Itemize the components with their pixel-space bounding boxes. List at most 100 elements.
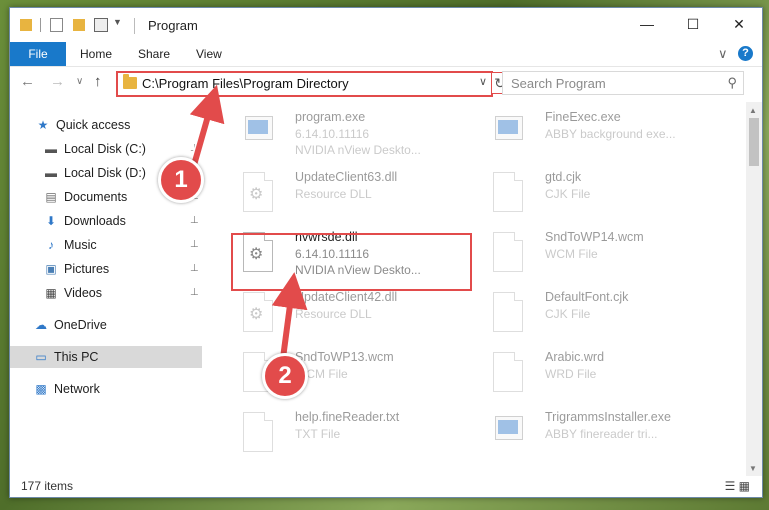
highlight-box-file — [231, 233, 472, 291]
sidebar-item-label: Documents — [64, 190, 128, 204]
properties-icon[interactable] — [50, 18, 63, 32]
forward-button[interactable]: → — [50, 73, 65, 90]
pictures-icon: ▣ — [45, 262, 57, 276]
file-detail: TXT File — [295, 427, 341, 441]
file-item[interactable]: FineExec.exe ABBY background exe... — [483, 106, 723, 164]
sidebar-item-music[interactable]: ♪ Music ⊥ — [10, 234, 202, 256]
sidebar-item-this-pc[interactable]: ▭ This PC — [10, 346, 202, 368]
separator — [40, 18, 41, 32]
new-folder-icon[interactable] — [73, 19, 85, 31]
tab-home[interactable]: Home — [80, 42, 112, 66]
address-dropdown-icon[interactable]: ∨ — [479, 75, 487, 88]
sidebar-item-label: Pictures — [64, 262, 110, 276]
address-path[interactable]: C:\Program Files\Program Directory — [142, 76, 349, 91]
search-icon: ⚲ — [727, 75, 737, 90]
vertical-scrollbar[interactable]: ▲ ▼ — [746, 102, 762, 476]
executable-icon — [493, 412, 525, 452]
title-bar: ▼ Program — ☐ ✕ — [10, 8, 762, 42]
ribbon: File Home Share View ∨ ? — [10, 42, 762, 67]
file-item[interactable]: SndToWP14.wcm WCM File — [483, 226, 723, 284]
file-detail: 6.14.10.11116 — [295, 127, 370, 141]
file-item[interactable]: ⚙ UpdateClient42.dll Resource DLL — [233, 286, 473, 344]
ribbon-collapse-icon[interactable]: ∨ — [718, 46, 728, 62]
maximize-button[interactable]: ☐ — [670, 8, 716, 40]
recent-locations-button[interactable]: ∨ — [76, 76, 83, 87]
back-button[interactable]: ← — [20, 73, 35, 90]
sidebar-item-quick-access[interactable]: ★ Quick access — [10, 114, 202, 136]
file-item[interactable]: ⚙ UpdateClient63.dll Resource DLL — [233, 166, 473, 224]
file-name: DefaultFont.cjk — [545, 290, 629, 304]
file-detail: WRD File — [545, 367, 597, 381]
search-input[interactable]: Search Program — [511, 76, 606, 91]
customize-icon[interactable] — [94, 18, 108, 32]
item-count: 177 items — [21, 479, 74, 493]
explorer-window: ▼ Program — ☐ ✕ File Home Share View ∨ ?… — [9, 7, 763, 498]
sidebar-item-onedrive[interactable]: ☁ OneDrive — [10, 314, 202, 336]
step-badge-2: 2 — [262, 353, 308, 399]
file-name: Arabic.wrd — [545, 350, 605, 364]
drive-icon: ▬ — [45, 166, 57, 180]
document-icon — [493, 232, 525, 272]
pin-icon[interactable]: ⊥ — [190, 210, 199, 232]
scroll-thumb[interactable] — [749, 118, 759, 166]
sidebar-item-pictures[interactable]: ▣ Pictures ⊥ — [10, 258, 202, 280]
file-item[interactable]: help.fineReader.txt TXT File — [233, 406, 473, 464]
pin-icon[interactable]: ⊥ — [190, 282, 199, 304]
file-detail: ABBY background exe... — [545, 127, 676, 141]
download-icon: ⬇ — [45, 214, 57, 228]
file-item[interactable]: DefaultFont.cjk CJK File — [483, 286, 723, 344]
file-detail: CJK File — [545, 187, 591, 201]
pin-icon[interactable]: ⊥ — [190, 258, 199, 280]
up-button[interactable]: ↑ — [94, 73, 102, 90]
sidebar-item-videos[interactable]: ▦ Videos ⊥ — [10, 282, 202, 304]
tab-share[interactable]: Share — [138, 42, 170, 66]
file-item[interactable]: gtd.cjk CJK File — [483, 166, 723, 224]
tab-view[interactable]: View — [196, 42, 222, 66]
file-item[interactable]: program.exe 6.14.10.11116 NVIDIA nView Des… — [233, 106, 473, 164]
file-item[interactable]: Arabic.wrd WRD File — [483, 346, 723, 404]
documents-icon: ▤ — [45, 190, 57, 204]
sidebar-item-local-disk-c[interactable]: ▬ Local Disk (C:) ⊥ — [10, 138, 202, 160]
file-name: program.exe — [295, 110, 366, 124]
pin-icon[interactable]: ⊥ — [190, 234, 199, 256]
scroll-up-icon[interactable]: ▲ — [749, 106, 757, 115]
music-icon: ♪ — [48, 238, 54, 252]
sidebar-item-label: Quick access — [56, 118, 131, 132]
window-title: Program — [148, 18, 198, 33]
sidebar-item-downloads[interactable]: ⬇ Downloads ⊥ — [10, 210, 202, 232]
file-name: SndToWP14.wcm — [545, 230, 644, 244]
sidebar-item-label: Videos — [64, 286, 102, 300]
sidebar-item-label: Music — [64, 238, 97, 252]
file-detail: Resource DLL — [295, 187, 372, 201]
sidebar-item-label: Network — [54, 382, 100, 396]
address-bar[interactable]: C:\Program Files\Program Directory ∨ — [116, 71, 493, 97]
minimize-button[interactable]: — — [624, 8, 670, 40]
step-badge-1: 1 — [158, 157, 204, 203]
file-item[interactable]: TrigrammsInstaller.exe ABBY finereader tr… — [483, 406, 723, 464]
sidebar-item-label: Local Disk (C:) — [64, 142, 146, 156]
document-icon — [493, 352, 525, 392]
close-button[interactable]: ✕ — [716, 8, 762, 40]
dll-file-icon: ⚙ — [243, 292, 275, 332]
file-detail: NVIDIA nView Deskto... — [295, 143, 421, 157]
document-icon — [493, 292, 525, 332]
tab-file[interactable]: File — [10, 42, 66, 66]
file-detail: CJK File — [545, 307, 591, 321]
qat-dropdown-icon[interactable]: ▼ — [113, 17, 122, 33]
pin-icon[interactable]: ⊥ — [190, 138, 199, 160]
view-toggle-icons[interactable]: ☰ ▦ — [725, 479, 750, 493]
help-icon[interactable]: ? — [738, 46, 753, 61]
file-name: SndToWP13.wcm — [295, 350, 394, 364]
file-name: help.fineReader.txt — [295, 410, 400, 424]
search-box[interactable]: Search Program ⚲ — [502, 71, 744, 95]
sidebar-item-network[interactable]: ▩ Network — [10, 378, 202, 400]
navigation-bar: ← → ∨ ↑ C:\Program Files\Program Directo… — [10, 67, 762, 97]
executable-icon — [493, 112, 525, 152]
drive-icon: ▬ — [45, 142, 57, 156]
sidebar-item-label: This PC — [54, 350, 99, 364]
document-icon — [493, 172, 525, 212]
folder-icon[interactable] — [20, 19, 32, 31]
file-name: UpdateClient42.dll — [295, 290, 398, 304]
computer-icon: ▭ — [35, 350, 47, 364]
scroll-down-icon[interactable]: ▼ — [749, 464, 757, 473]
